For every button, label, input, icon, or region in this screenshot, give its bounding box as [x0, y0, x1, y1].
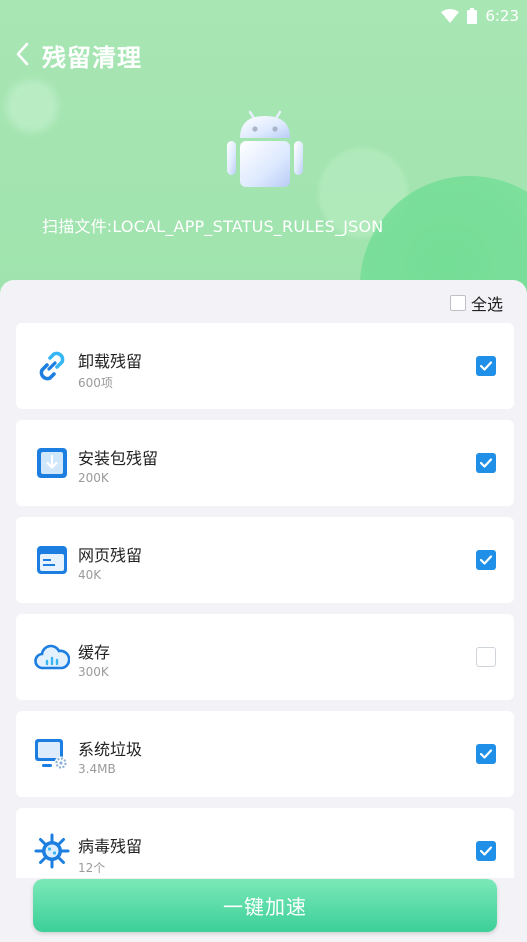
item-size: 3.4MB [78, 762, 116, 776]
battery-icon [467, 8, 478, 24]
back-button[interactable] [10, 40, 34, 68]
item-name: 网页残留 [78, 546, 143, 565]
list-item[interactable]: 安装包残留 200K [16, 420, 514, 506]
monitor-gear-icon [34, 736, 70, 772]
item-checkbox[interactable] [476, 841, 496, 861]
item-checkbox[interactable] [476, 453, 496, 473]
decor-bubble [6, 80, 58, 132]
item-name: 缓存 [78, 643, 111, 662]
scan-file-label: 扫描文件:LOCAL_APP_STATUS_RULES_JSON [42, 217, 384, 236]
list-item[interactable]: 缓存 300K [16, 614, 514, 700]
download-box-icon [34, 445, 70, 481]
select-all-checkbox[interactable] [449, 295, 466, 311]
item-size: 12个 [78, 861, 106, 875]
item-name: 安装包残留 [78, 449, 159, 468]
cloud-icon [34, 639, 70, 675]
item-name: 系统垃圾 [78, 740, 143, 759]
link-icon [34, 348, 70, 384]
chevron-left-icon [16, 42, 29, 66]
virus-icon [34, 833, 70, 869]
android-robot-icon [224, 108, 306, 190]
page-title: 残留清理 [42, 44, 142, 72]
browser-window-icon [34, 542, 70, 578]
list-item[interactable]: 卸载残留 600项 [16, 323, 514, 409]
select-all-label: 全选 [470, 295, 503, 314]
item-size: 300K [78, 665, 109, 679]
item-size: 40K [78, 568, 102, 582]
item-checkbox[interactable] [476, 356, 496, 376]
status-time: 6:23 [485, 7, 519, 25]
item-name: 卸载残留 [78, 352, 143, 371]
status-bar: 6:23 [441, 4, 519, 28]
select-all-toggle[interactable]: 全选 [449, 291, 503, 315]
speed-up-button[interactable]: 一键加速 [33, 879, 497, 932]
wifi-icon [441, 9, 460, 23]
list-item[interactable]: 网页残留 40K [16, 517, 514, 603]
item-size: 200K [78, 471, 109, 485]
item-checkbox[interactable] [476, 550, 496, 570]
item-checkbox[interactable] [476, 744, 496, 764]
list-item[interactable]: 系统垃圾 3.4MB [16, 711, 514, 797]
item-name: 病毒残留 [78, 837, 143, 856]
item-size: 600项 [78, 376, 113, 390]
item-checkbox[interactable] [476, 647, 496, 667]
